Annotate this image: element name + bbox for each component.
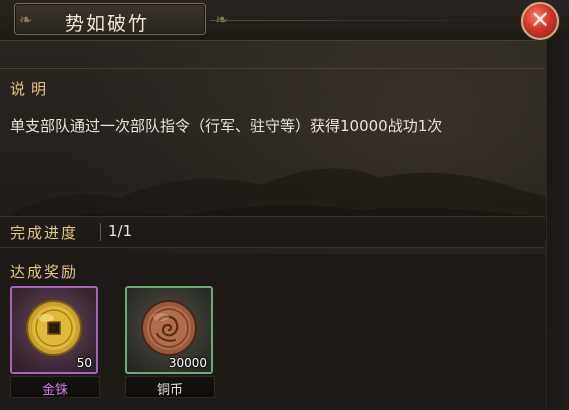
description-text: 单支部队通过一次部队指令（行军、驻守等）获得10000战功1次 xyxy=(10,117,443,135)
description-section: 说明 单支部队通过一次部队指令（行军、驻守等）获得10000战功1次 xyxy=(0,68,545,209)
description-header: 说明 xyxy=(10,80,53,98)
title-bar: ❧ 势如破竹 ❧ ✕ xyxy=(0,0,569,41)
rewards-section: 达成奖励 50 金铢 30000 铜币 xyxy=(0,254,545,410)
reward-frame: 50 xyxy=(10,286,98,374)
progress-value: 1/1 xyxy=(108,222,133,240)
ornament-left-icon: ❧ xyxy=(19,10,33,29)
reward-name: 金铢 xyxy=(41,383,68,398)
reward-count: 30000 xyxy=(168,356,207,370)
rewards-header: 达成奖励 xyxy=(10,263,79,281)
window-title: 势如破竹 xyxy=(65,13,150,35)
title-divider xyxy=(210,20,510,21)
close-button[interactable]: ✕ xyxy=(521,2,559,40)
reward-item-copper[interactable]: 30000 铜币 xyxy=(125,286,215,398)
reward-item-gold[interactable]: 50 金铢 xyxy=(10,286,100,398)
achievement-window: ❧ 势如破竹 ❧ ✕ 说明 单支部队通过一次部队指令（行军、驻守等）获得1000… xyxy=(0,0,569,410)
window-right-edge xyxy=(546,40,569,410)
reward-name: 铜币 xyxy=(156,383,183,398)
close-icon: ✕ xyxy=(529,6,551,34)
reward-frame: 30000 xyxy=(125,286,213,374)
progress-label: 完成进度 xyxy=(10,224,79,242)
progress-separator xyxy=(100,223,101,241)
progress-row: 完成进度 1/1 xyxy=(0,216,545,248)
copper-coin-icon xyxy=(141,300,197,356)
reward-name-bar: 金铢 xyxy=(10,376,100,398)
reward-name-bar: 铜币 xyxy=(125,376,215,398)
reward-count: 50 xyxy=(76,356,92,370)
title-plate: ❧ 势如破竹 ❧ xyxy=(14,3,228,35)
gold-coin-icon xyxy=(26,300,82,356)
